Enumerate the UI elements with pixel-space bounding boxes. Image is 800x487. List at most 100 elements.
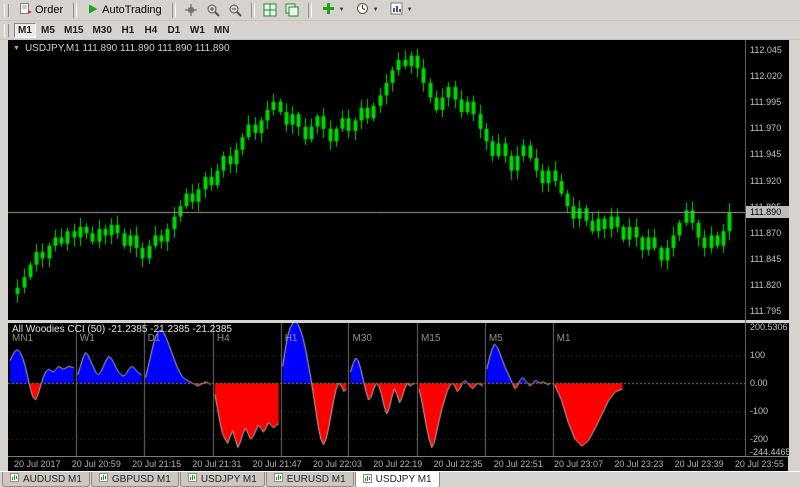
price-axis-label: 112.045 bbox=[750, 44, 782, 55]
indicator-axis-label: -100 bbox=[750, 406, 769, 417]
chart-tab-label: USDJPY M1 bbox=[375, 474, 432, 485]
autotrading-button[interactable]: AutoTrading bbox=[82, 2, 167, 19]
chart-tab[interactable]: USDJPY M1 bbox=[179, 472, 265, 487]
chart-tab[interactable]: EURUSD M1 bbox=[265, 472, 354, 487]
timeframe-button[interactable]: H4 bbox=[140, 23, 162, 38]
templates-icon bbox=[390, 2, 403, 18]
chart-tab-label: EURUSD M1 bbox=[286, 473, 346, 485]
cascade-windows-icon[interactable] bbox=[282, 2, 303, 19]
indicator-axis-label: -200 bbox=[750, 434, 769, 445]
cci-panel-label: M1 bbox=[556, 333, 571, 344]
time-axis[interactable]: 20 Jul 2017 20 Jul 20:59 20 Jul 21:15 20… bbox=[8, 456, 788, 471]
chart-tab-bar: AUDUSD M1 GBPUSD M1 USDJPY M1 EURUSD M1 … bbox=[0, 471, 800, 487]
chart-tab-label: AUDUSD M1 bbox=[23, 473, 82, 485]
price-axis-label: 111.920 bbox=[750, 175, 782, 186]
timeframe-button[interactable]: M30 bbox=[88, 23, 115, 38]
time-axis-label: 20 Jul 22:03 bbox=[312, 459, 362, 469]
indicator-axis-label: 200.5306 bbox=[750, 322, 788, 333]
indicators-icon bbox=[322, 2, 335, 18]
timeframe-button[interactable]: W1 bbox=[186, 23, 209, 38]
main-chart[interactable]: ▼ USDJPY,M1 111.890 111.890 111.890 111.… bbox=[8, 40, 745, 320]
toolbar-separator bbox=[307, 2, 312, 18]
chart-title-text: USDJPY,M1 111.890 111.890 111.890 111.89… bbox=[24, 43, 230, 54]
chart-title: ▼ USDJPY,M1 111.890 111.890 111.890 111.… bbox=[13, 43, 230, 54]
price-axis-label: 111.945 bbox=[750, 149, 782, 160]
timeframe-button[interactable]: D1 bbox=[163, 23, 185, 38]
window-right-edge bbox=[789, 40, 800, 456]
chevron-down-icon: ▼ bbox=[372, 7, 379, 13]
chart-tab[interactable]: GBPUSD M1 bbox=[90, 472, 179, 487]
chevron-down-icon: ▼ bbox=[406, 7, 413, 13]
templates-button[interactable]: ▼ bbox=[385, 2, 418, 19]
toolbar-grip[interactable] bbox=[4, 23, 9, 37]
cci-indicator-panel[interactable]: All Woodies CCI (50) -21.2385 -21.2385 -… bbox=[8, 323, 745, 456]
indicator-title: All Woodies CCI (50) -21.2385 -21.2385 -… bbox=[12, 324, 232, 335]
indicator-axis-label: 0.00 bbox=[750, 378, 768, 389]
time-axis-label: 20 Jul 21:47 bbox=[252, 459, 302, 469]
current-price-tag: 111.890 bbox=[746, 206, 789, 219]
time-axis-label: 20 Jul 22:35 bbox=[433, 459, 483, 469]
zoom-out-icon[interactable] bbox=[225, 2, 246, 19]
toolbar-separator bbox=[250, 2, 255, 18]
toolbar-main: Order AutoTrading ▼ ▼ ▼ bbox=[0, 0, 800, 21]
time-axis-label: 20 Jul 21:31 bbox=[192, 459, 242, 469]
price-axis[interactable]: 112.045 112.020 111.995 111.970 111.945 … bbox=[746, 40, 789, 320]
tab-chart-icon bbox=[10, 473, 19, 485]
periods-button[interactable]: ▼ bbox=[351, 2, 384, 19]
order-button[interactable]: Order bbox=[14, 2, 68, 19]
cci-panel-label: M30 bbox=[352, 333, 372, 344]
time-axis-label: 20 Jul 23:07 bbox=[554, 459, 604, 469]
indicator-axis[interactable]: 200.5306 100 0.00 -100 -200 -244.4465 bbox=[746, 322, 791, 457]
price-axis-label: 112.020 bbox=[750, 71, 782, 82]
timeframe-button[interactable]: MN bbox=[210, 23, 234, 38]
window-left-edge bbox=[0, 40, 8, 456]
autotrading-icon bbox=[87, 3, 99, 18]
tab-chart-icon bbox=[98, 473, 108, 485]
price-axis-label: 111.820 bbox=[750, 280, 782, 291]
price-axis-label: 111.845 bbox=[750, 253, 782, 264]
time-axis-label: 20 Jul 23:23 bbox=[614, 459, 664, 469]
crosshair-icon[interactable] bbox=[181, 2, 202, 19]
plot-column: ▼ USDJPY,M1 111.890 111.890 111.890 111.… bbox=[8, 40, 745, 456]
periods-icon bbox=[356, 2, 369, 18]
price-axis-label: 111.970 bbox=[750, 123, 782, 134]
order-button-label: Order bbox=[35, 4, 64, 16]
indicator-axis-label: 100 bbox=[750, 350, 766, 361]
toolbar-grip[interactable] bbox=[4, 3, 9, 17]
chart-tab-label: USDJPY M1 bbox=[200, 473, 257, 485]
timeframe-button[interactable]: M15 bbox=[60, 23, 87, 38]
time-axis-label: 20 Jul 20:59 bbox=[71, 459, 121, 469]
timeframe-button[interactable]: M1 bbox=[14, 22, 36, 38]
tile-windows-icon[interactable] bbox=[260, 2, 281, 19]
time-axis-row: 20 Jul 2017 20 Jul 20:59 20 Jul 21:15 20… bbox=[0, 456, 800, 471]
chart-tab[interactable]: USDJPY M1 bbox=[354, 472, 440, 487]
indicator-axis-label: -244.4465 bbox=[750, 446, 791, 457]
tab-chart-icon bbox=[362, 473, 372, 486]
toolbar-timeframes: M1 M5 M15 M30 H1 H4 D1 W1 MN bbox=[0, 21, 800, 40]
time-axis-label: 20 Jul 22:19 bbox=[373, 459, 423, 469]
time-axis-label: 20 Jul 21:15 bbox=[132, 459, 182, 469]
price-axis-column: 112.045 112.020 111.995 111.970 111.945 … bbox=[745, 40, 791, 457]
cci-panel-label: M5 bbox=[488, 333, 503, 344]
timeframe-button[interactable]: M5 bbox=[37, 23, 59, 38]
tab-chart-icon bbox=[187, 473, 197, 485]
indicators-button[interactable]: ▼ bbox=[317, 2, 350, 19]
cci-canvas[interactable] bbox=[8, 323, 745, 456]
mt4-window: Order AutoTrading ▼ ▼ ▼ M1 M5 M15 M30 H1… bbox=[0, 0, 800, 487]
toolbar-separator bbox=[171, 2, 176, 18]
price-axis-label: 111.995 bbox=[750, 97, 782, 108]
timeframe-group: M1 M5 M15 M30 H1 H4 D1 W1 MN bbox=[14, 22, 234, 38]
order-icon bbox=[19, 2, 32, 18]
chevron-down-icon: ▼ bbox=[338, 7, 345, 13]
chart-tab[interactable]: AUDUSD M1 bbox=[2, 472, 90, 487]
chart-zone: ▼ USDJPY,M1 111.890 111.890 111.890 111.… bbox=[0, 40, 800, 457]
timeframe-button[interactable]: H1 bbox=[117, 23, 139, 38]
time-axis-label: 20 Jul 23:55 bbox=[734, 459, 784, 469]
candlestick-canvas[interactable] bbox=[8, 40, 745, 320]
price-axis-label: 111.795 bbox=[750, 306, 782, 317]
tab-chart-icon bbox=[273, 473, 283, 485]
toolbar-separator bbox=[73, 2, 78, 18]
time-axis-label: 20 Jul 22:51 bbox=[493, 459, 543, 469]
zoom-in-icon[interactable] bbox=[203, 2, 224, 19]
chart-tab-label: GBPUSD M1 bbox=[111, 473, 171, 485]
